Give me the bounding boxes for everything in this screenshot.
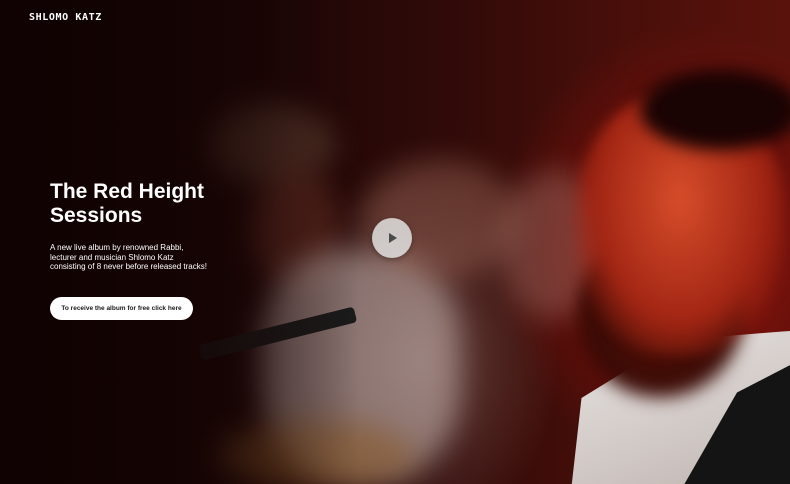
musician-cap: [640, 70, 790, 150]
play-icon: [389, 233, 397, 243]
album-description: A new live album by renowned Rabbi, lect…: [50, 243, 207, 271]
title-line-1: The Red Height: [50, 180, 205, 203]
brand-logo[interactable]: SHLOMO KATZ: [29, 12, 102, 23]
receive-album-button[interactable]: To receive the album for free click here: [50, 297, 193, 320]
title-line-2: Sessions: [50, 204, 143, 227]
play-video-button[interactable]: [372, 218, 412, 258]
hero-section: SHLOMO KATZ The Red Height Sessions A ne…: [0, 0, 790, 484]
page-title: The Red Height Sessions: [50, 180, 250, 228]
